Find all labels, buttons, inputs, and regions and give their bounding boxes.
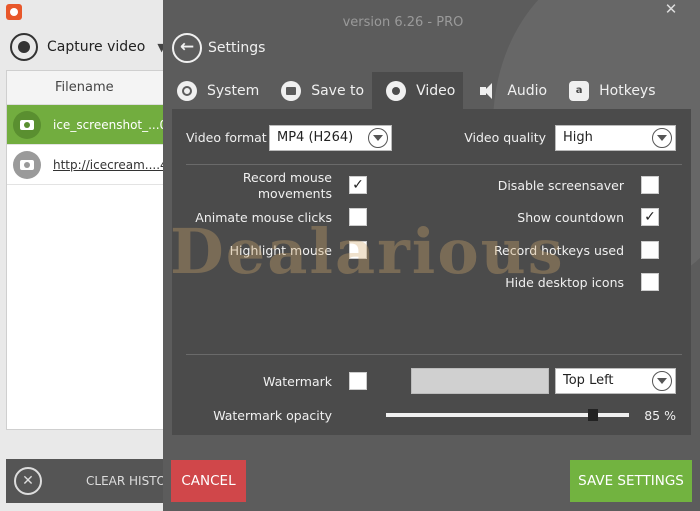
tab-video[interactable]: Video xyxy=(372,72,464,109)
tab-label: Save to xyxy=(311,82,365,99)
tab-save-to[interactable]: Save to xyxy=(267,72,372,109)
file-list: Filename ice_screenshot_...07 http://ice… xyxy=(6,70,166,430)
tab-label: Hotkeys xyxy=(599,82,656,99)
animate-clicks-checkbox[interactable] xyxy=(349,208,367,226)
cancel-button[interactable]: CANCEL xyxy=(171,460,246,502)
highlight-mouse-checkbox[interactable] xyxy=(349,241,367,259)
video-format-select[interactable]: MP4 (H264) xyxy=(269,125,392,151)
divider xyxy=(186,164,682,165)
tab-system[interactable]: System xyxy=(163,72,267,109)
watermark-position-select[interactable]: Top Left xyxy=(555,368,676,394)
camera-icon xyxy=(13,110,41,139)
disable-screensaver-checkbox[interactable] xyxy=(641,176,659,194)
show-countdown-checkbox[interactable]: ✓ xyxy=(641,208,659,226)
record-hotkeys-label: Record hotkeys used xyxy=(493,243,624,258)
filename-column-header[interactable]: Filename xyxy=(7,71,165,105)
close-icon[interactable]: ✕ xyxy=(663,0,679,18)
record-hotkeys-checkbox[interactable] xyxy=(641,241,659,259)
file-row[interactable]: http://icecream....4c xyxy=(7,145,165,185)
hotkey-icon: a xyxy=(569,80,590,101)
chevron-down-icon xyxy=(652,371,672,391)
show-countdown-label: Show countdown xyxy=(517,210,624,225)
speaker-icon xyxy=(477,81,497,101)
disable-screensaver-label: Disable screensaver xyxy=(497,178,624,193)
slider-fill xyxy=(386,413,593,417)
video-quality-select[interactable]: High xyxy=(555,125,676,151)
save-settings-button[interactable]: SAVE SETTINGS xyxy=(570,460,692,502)
slider-handle[interactable] xyxy=(587,409,598,421)
watermark-checkbox[interactable] xyxy=(349,372,367,390)
chevron-down-icon xyxy=(368,128,388,148)
hide-desktop-icons-checkbox[interactable] xyxy=(641,273,659,291)
watermark-text-input[interactable] xyxy=(411,368,549,394)
file-name-link[interactable]: http://icecream....4c xyxy=(53,158,165,172)
highlight-mouse-label: Highlight mouse xyxy=(229,243,332,258)
gear-icon xyxy=(177,80,197,101)
history-bar: ✕ CLEAR HISTO xyxy=(6,459,166,503)
back-arrow-icon[interactable]: ← xyxy=(172,33,202,63)
tab-label: Audio xyxy=(507,82,548,99)
camera-icon xyxy=(13,150,41,179)
settings-dialog: version 6.26 - PRO ✕ ← Settings System S… xyxy=(163,0,700,511)
watermark-opacity-value: 85 % xyxy=(644,408,676,423)
tab-label: System xyxy=(207,82,260,99)
clear-history-button[interactable]: CLEAR HISTO xyxy=(86,474,166,488)
chevron-down-icon xyxy=(652,128,672,148)
video-settings-panel: Video format MP4 (H264) Video quality Hi… xyxy=(172,109,691,435)
hide-desktop-icons-label: Hide desktop icons xyxy=(505,275,624,290)
divider xyxy=(186,354,682,355)
watermark-label: Watermark xyxy=(263,374,332,389)
folder-icon xyxy=(281,80,302,101)
file-name: ice_screenshot_...07 xyxy=(53,117,165,132)
watermark-position-value: Top Left xyxy=(563,373,614,388)
video-format-label: Video format xyxy=(186,130,267,145)
tab-audio[interactable]: Audio xyxy=(463,72,555,109)
settings-tabs: System Save to Video Audio a Hotkeys xyxy=(163,72,664,109)
tab-hotkeys[interactable]: a Hotkeys xyxy=(555,72,663,109)
capture-video-button[interactable]: Capture video ▼ xyxy=(10,33,166,61)
animate-clicks-label: Animate mouse clicks xyxy=(195,210,332,225)
record-icon xyxy=(386,80,407,101)
version-label: version 6.26 - PRO xyxy=(342,15,464,30)
capture-video-label: Capture video xyxy=(47,39,146,55)
video-quality-value: High xyxy=(563,130,593,145)
record-icon xyxy=(10,33,38,61)
close-circle-icon[interactable]: ✕ xyxy=(14,467,42,495)
video-format-value: MP4 (H264) xyxy=(277,130,354,145)
app-logo-icon xyxy=(6,4,22,20)
file-row[interactable]: ice_screenshot_...07 xyxy=(7,105,165,145)
watermark-opacity-slider[interactable] xyxy=(386,409,629,421)
tab-label: Video xyxy=(416,82,456,99)
record-mouse-checkbox[interactable]: ✓ xyxy=(349,176,367,194)
settings-back-button[interactable]: ← Settings xyxy=(172,33,265,63)
watermark-opacity-label: Watermark opacity xyxy=(213,408,332,423)
video-quality-label: Video quality xyxy=(464,130,546,145)
record-mouse-label: Record mouse movements xyxy=(242,170,332,201)
settings-title: Settings xyxy=(208,40,266,56)
